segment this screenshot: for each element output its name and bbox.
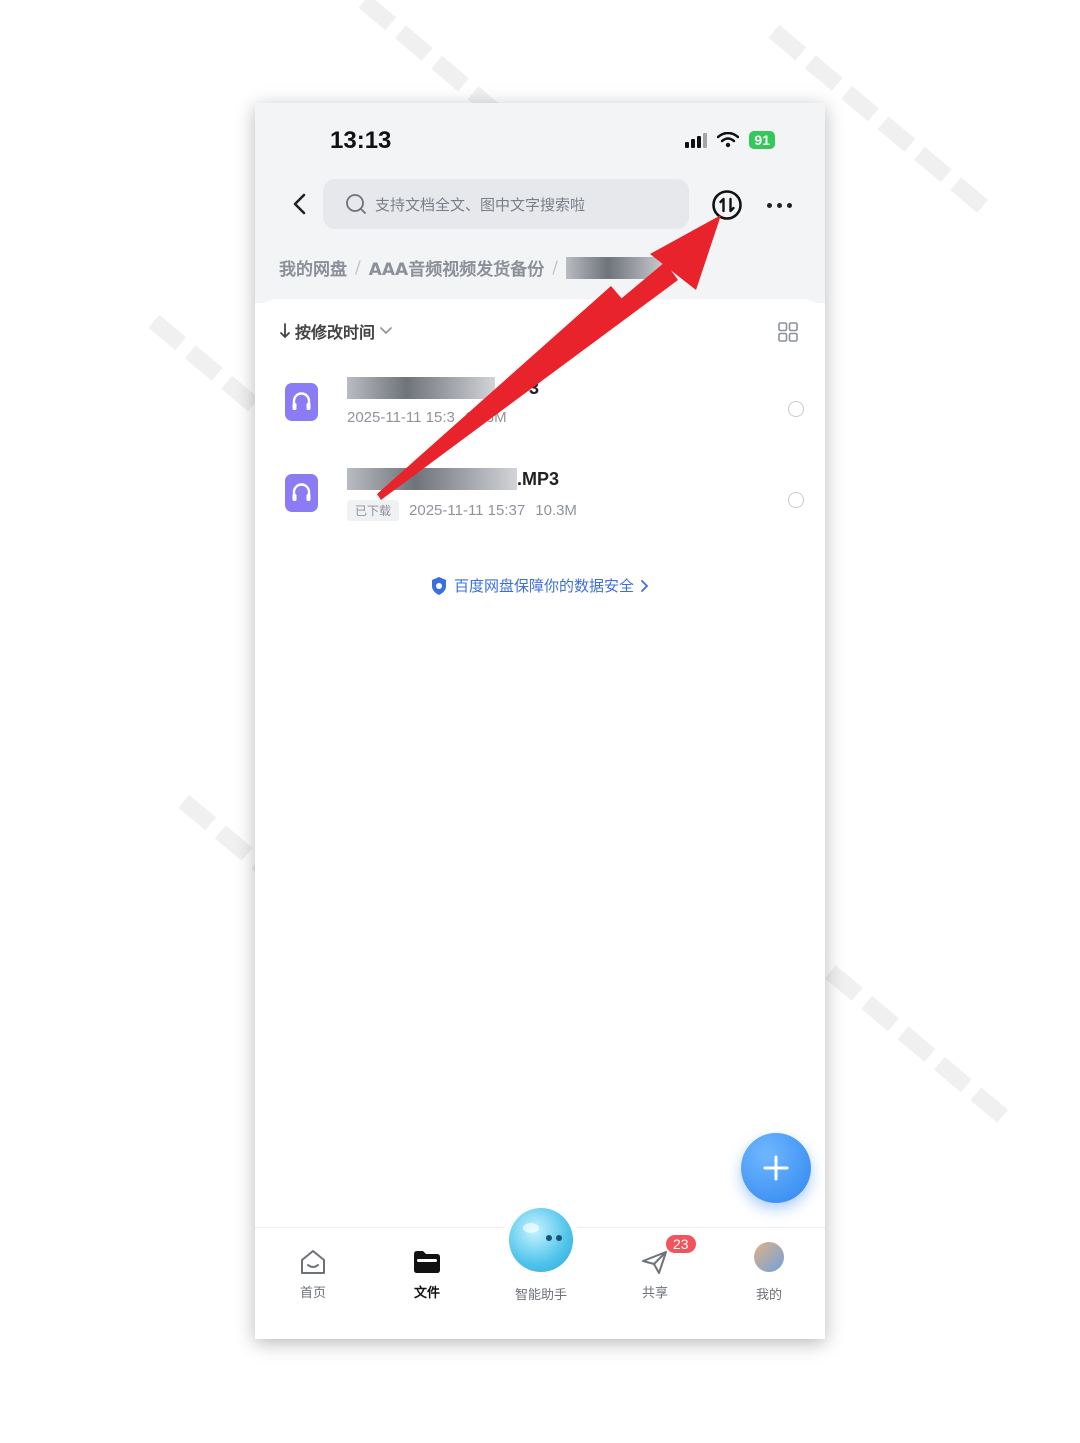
data-safety-link[interactable]: 百度网盘保障你的数据安全: [255, 575, 825, 596]
home-icon: [301, 1250, 325, 1274]
file-row[interactable]: .MP3 已下载 2025-11-11 15:37 10.3M: [255, 460, 825, 540]
search-placeholder: 支持文档全文、图中文字搜索啦: [375, 195, 586, 214]
file-size: 10.3M: [464, 409, 507, 426]
file-size: 10.3M: [535, 502, 577, 519]
tab-files[interactable]: 文件: [387, 1246, 467, 1301]
signal-icon: [685, 132, 708, 148]
phone-screen: 13:13 91 支持文档全文、图中文字搜索啦 我的网盘 / AAA音频视频发货…: [255, 103, 825, 1339]
grid-view-icon[interactable]: [777, 321, 799, 343]
breadcrumb-separator: /: [552, 257, 558, 278]
file-meta: 2025-11-11 15:3 10.3M: [347, 409, 507, 426]
tab-share[interactable]: 共享: [615, 1246, 695, 1301]
data-safety-text: 百度网盘保障你的数据安全: [453, 577, 634, 595]
sort-selector[interactable]: 按修改时间: [279, 319, 393, 343]
assistant-face-icon: [523, 1223, 562, 1241]
breadcrumb-folder[interactable]: AAA音频视频发货备份: [369, 255, 544, 280]
file-list-panel: 按修改时间 P3 2025-11-11 15:3 10.3M .MP3 已下载 …: [255, 299, 825, 1339]
select-checkbox[interactable]: [788, 492, 804, 508]
file-date: 2025-11-11 15:3: [347, 409, 455, 426]
tab-assistant-label: 智能助手: [514, 1288, 567, 1303]
breadcrumb-root[interactable]: 我的网盘: [279, 255, 347, 280]
file-name: .MP3: [347, 468, 559, 490]
breadcrumb-current-pixelated: [565, 256, 670, 279]
file-date: 2025-11-11 15:37: [409, 502, 526, 519]
back-icon[interactable]: [285, 189, 315, 219]
file-name-suffix: P3: [517, 377, 540, 398]
file-name-suffix: .MP3: [517, 468, 560, 489]
file-name: P3: [347, 377, 539, 399]
chevron-right-icon: [641, 579, 649, 592]
chevron-down-icon: [380, 327, 392, 335]
select-checkbox[interactable]: [788, 401, 804, 417]
tab-mine-label: 我的: [755, 1288, 782, 1303]
top-nav: 支持文档全文、图中文字搜索啦: [255, 179, 825, 231]
sort-label: 按修改时间: [295, 323, 376, 342]
shield-icon: [431, 576, 446, 595]
breadcrumb: 我的网盘 / AAA音频视频发货备份 /: [279, 255, 670, 280]
share-count-badge: 23: [666, 1235, 696, 1253]
tab-home[interactable]: 首页: [273, 1246, 353, 1301]
audio-file-icon: [285, 474, 318, 512]
downloaded-badge: 已下载: [347, 500, 400, 521]
wifi-icon: [717, 132, 740, 148]
tab-share-label: 共享: [641, 1286, 668, 1301]
battery-indicator: 91: [749, 131, 775, 149]
avatar[interactable]: [754, 1242, 784, 1272]
breadcrumb-separator: /: [355, 257, 361, 278]
status-icons: 91: [685, 131, 775, 149]
file-name-pixelated: [347, 468, 517, 490]
tab-assistant[interactable]: 智能助手: [501, 1284, 581, 1303]
status-time: 13:13: [330, 127, 392, 154]
file-meta: 已下载 2025-11-11 15:37 10.3M: [347, 500, 577, 521]
more-icon[interactable]: [767, 191, 797, 219]
folder-icon: [414, 1251, 440, 1273]
add-button[interactable]: [741, 1133, 811, 1203]
status-bar: 13:13 91: [255, 103, 825, 173]
transfer-icon[interactable]: [711, 189, 743, 221]
assistant-orb-icon[interactable]: [509, 1208, 573, 1272]
tab-home-label: 首页: [299, 1286, 326, 1301]
search-icon: [346, 194, 366, 214]
tab-files-label: 文件: [413, 1286, 440, 1301]
audio-file-icon: [285, 383, 318, 421]
plus-icon: [763, 1155, 789, 1181]
search-input[interactable]: 支持文档全文、图中文字搜索啦: [323, 179, 689, 229]
sort-arrow-icon: [280, 323, 290, 339]
file-name-pixelated: [347, 377, 495, 399]
share-icon: [642, 1251, 667, 1274]
tab-mine[interactable]: 我的: [729, 1284, 809, 1303]
file-row[interactable]: P3 2025-11-11 15:3 10.3M: [255, 369, 825, 449]
